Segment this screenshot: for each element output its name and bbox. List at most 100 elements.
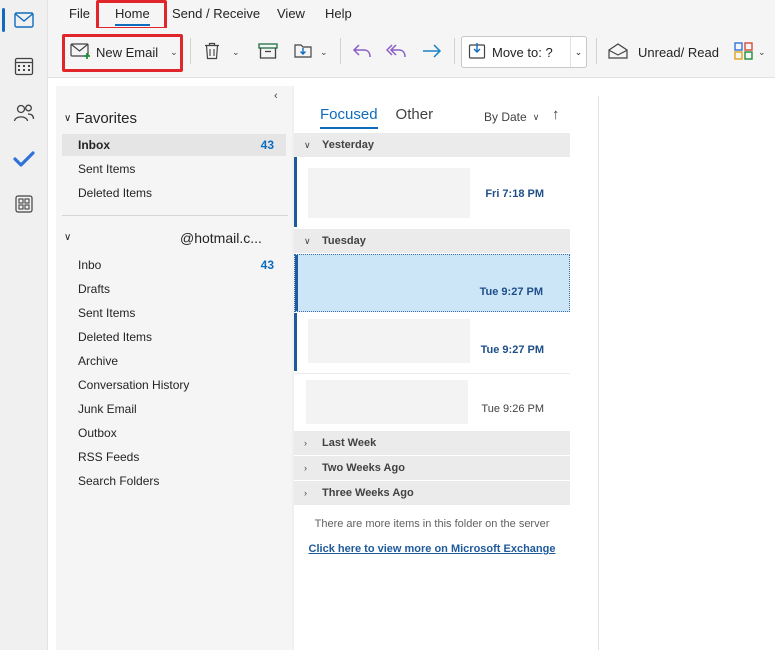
sort-dropdown[interactable]: By Date ∨ [484,110,539,124]
folder-label: Deleted Items [78,186,153,200]
apps-grid-icon[interactable] [8,188,40,220]
folder-pane: ‹ ∨ Favorites Inbox 43 Sent Items Delete… [56,86,292,650]
forward-button[interactable] [422,38,442,66]
message-item[interactable]: Tue 9:27 PM [294,313,570,371]
folder-item-deleted[interactable]: Deleted Items [62,182,286,204]
folder-label: Inbo [78,258,102,272]
ribbon-separator [190,38,191,64]
folder-item-archive[interactable]: Archive [62,350,286,372]
chevron-right-icon: › [304,488,307,498]
menu-help[interactable]: Help [325,6,352,21]
favorites-header[interactable]: ∨ Favorites [64,110,137,127]
tab-focused[interactable]: Focused [320,106,378,129]
archive-button[interactable] [258,38,278,66]
folder-label: Sent Items [78,306,136,320]
sort-direction-icon[interactable]: ↑ [552,106,560,123]
folder-item-rss[interactable]: RSS Feeds [62,446,286,468]
group-header-three-weeks[interactable]: › Three Weeks Ago [294,481,570,505]
move-button[interactable]: ⌄ [294,38,328,66]
group-label: Three Weeks Ago [322,487,414,499]
todo-check-icon[interactable] [8,143,40,175]
message-item-selected[interactable]: Tue 9:27 PM [294,254,570,312]
collapse-pane-icon[interactable]: ‹ [274,90,278,102]
message-time: Tue 9:27 PM [480,344,544,356]
message-item[interactable]: Tue 9:26 PM [294,373,570,431]
divider [62,215,288,216]
folder-item-inbox[interactable]: Inbo 43 [62,254,286,276]
archive-icon [258,42,278,62]
account-header[interactable]: ∨ @hotmail.c... [64,229,284,246]
categorize-icon [734,41,754,63]
move-to-dropdown[interactable]: Move to: ? ⌄ [461,36,587,68]
ribbon-separator [596,38,597,64]
folder-label: Deleted Items [78,330,153,344]
mail-icon[interactable] [2,4,40,36]
chevron-down-icon[interactable]: ⌄ [570,37,586,67]
folder-item-outbox[interactable]: Outbox [62,422,286,444]
ribbon-separator [340,38,341,64]
group-header-two-weeks[interactable]: › Two Weeks Ago [294,456,570,480]
chevron-down-icon: ∨ [64,113,72,124]
group-header-tuesday[interactable]: ∨ Tuesday [294,229,570,253]
chevron-down-icon[interactable]: ⌄ [758,47,766,58]
folder-label: Outbox [78,426,117,440]
message-item[interactable]: Fri 7:18 PM [294,157,570,227]
chevron-down-icon: ∨ [304,235,311,246]
group-label: Yesterday [322,139,374,151]
unread-read-button[interactable]: Unread/ Read [608,38,719,66]
folder-item-conversation-history[interactable]: Conversation History [62,374,286,396]
chevron-down-icon[interactable]: ⌄ [232,47,240,58]
group-label: Two Weeks Ago [322,462,405,474]
ribbon-separator [454,38,455,64]
reply-all-icon [385,42,408,63]
folder-item-drafts[interactable]: Drafts [62,278,286,300]
folder-item-search-folders[interactable]: Search Folders [62,470,286,492]
move-to-label: Move to: ? [492,44,553,60]
tab-other[interactable]: Other [396,106,434,129]
chevron-down-icon: ∨ [532,111,540,122]
folder-item-junk[interactable]: Junk Email [62,398,286,420]
folder-item-inbox[interactable]: Inbox 43 [62,134,286,156]
message-time: Tue 9:27 PM [479,286,543,298]
app-rail [0,0,48,650]
list-gutter [570,86,598,650]
folder-item-deleted[interactable]: Deleted Items [62,326,286,348]
account-label: @hotmail.c... [180,229,262,246]
menu-file[interactable]: File [69,6,90,21]
move-to-icon [468,42,486,63]
categorize-button[interactable]: ⌄ [734,38,766,66]
reply-button[interactable] [352,38,372,66]
group-header-last-week[interactable]: › Last Week [294,431,570,455]
unread-read-label: Unread/ Read [638,44,719,60]
folder-label: Archive [78,354,119,368]
folder-item-sent[interactable]: Sent Items [62,158,286,180]
folder-item-sent[interactable]: Sent Items [62,302,286,324]
unread-count: 43 [260,138,274,152]
view-more-link[interactable]: Click here to view more on Microsoft Exc… [294,543,570,555]
message-list: Focused Other By Date ∨ ↑ ∨ Yesterday Fr… [294,96,570,650]
chevron-down-icon: ∨ [304,139,311,150]
message-time: Tue 9:26 PM [481,403,544,415]
folder-move-icon [294,42,316,63]
message-preview [308,168,470,218]
message-preview [306,380,468,424]
more-items-notice: There are more items in this folder on t… [314,518,550,530]
people-icon[interactable] [8,97,40,129]
folder-label: Inbox [78,138,110,152]
group-label: Tuesday [322,235,366,247]
message-time: Fri 7:18 PM [485,188,544,200]
trash-icon [204,42,220,63]
new-email-highlight [62,34,183,72]
folder-label: Conversation History [78,378,190,392]
reply-all-button[interactable] [385,38,408,66]
reading-pane-border [598,96,599,650]
folder-label: Junk Email [78,402,137,416]
group-header-yesterday[interactable]: ∨ Yesterday [294,133,570,157]
delete-button[interactable]: ⌄ [204,38,240,66]
chevron-down-icon[interactable]: ⌄ [320,47,328,58]
menu-view[interactable]: View [277,6,305,21]
calendar-icon[interactable] [8,50,40,82]
envelope-open-icon [608,42,628,62]
menu-send-receive[interactable]: Send / Receive [172,6,260,21]
folder-label: Sent Items [78,162,136,176]
